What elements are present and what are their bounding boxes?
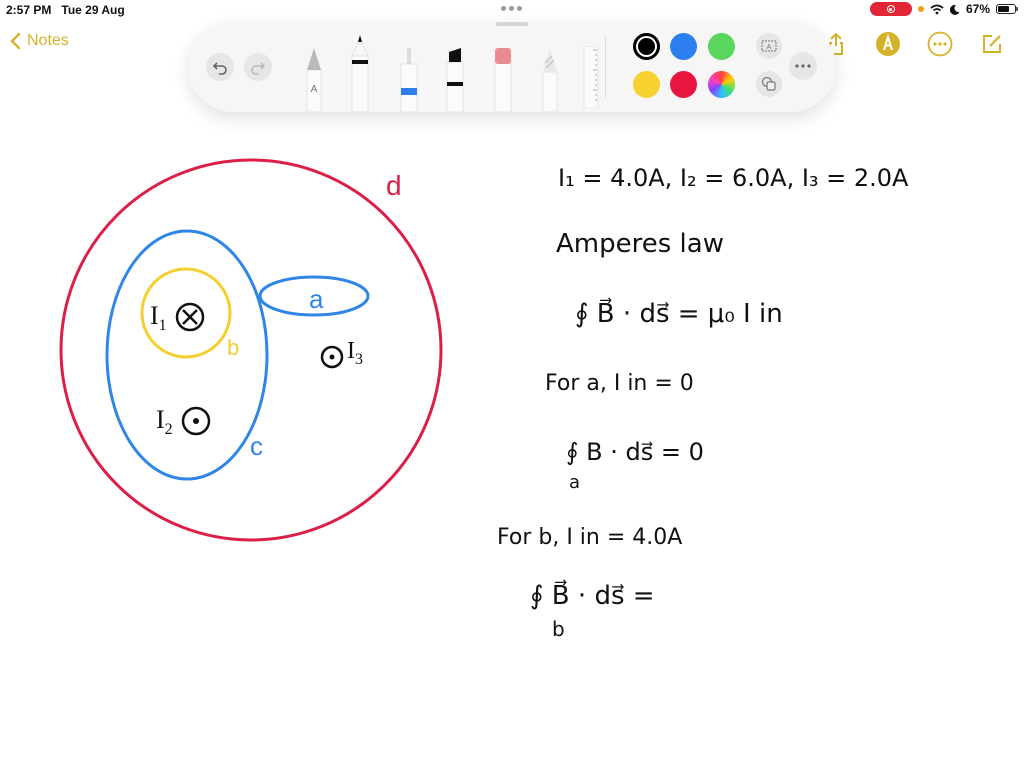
loop-d bbox=[59, 158, 443, 542]
current-i3-label: I3 bbox=[347, 338, 363, 368]
case-b-subscript: b bbox=[552, 617, 565, 641]
multitasking-dots-icon[interactable] bbox=[501, 6, 522, 11]
svg-text:A: A bbox=[767, 44, 772, 51]
status-time-date: 2:57 PM Tue 29 Aug bbox=[6, 3, 125, 17]
highlighter-tool[interactable] bbox=[444, 48, 466, 112]
battery-icon bbox=[996, 4, 1018, 14]
mic-indicator-icon bbox=[917, 6, 924, 12]
case-b-equation: ∮ B⃗ · ds⃗ = bbox=[530, 579, 655, 611]
palette-divider bbox=[605, 36, 606, 98]
more-ellipsis-icon[interactable] bbox=[926, 30, 954, 58]
palette-grabber[interactable] bbox=[496, 22, 528, 26]
more-options-icon bbox=[795, 64, 811, 68]
status-bar: 2:57 PM Tue 29 Aug 67% bbox=[0, 0, 1024, 20]
redo-icon bbox=[251, 62, 266, 75]
case-a-title: For a, I in = 0 bbox=[545, 371, 694, 396]
loop-c-label: c bbox=[250, 431, 263, 461]
back-label: Notes bbox=[27, 32, 69, 49]
undo-button[interactable] bbox=[206, 53, 234, 81]
screen-record-icon[interactable] bbox=[869, 2, 912, 16]
loop-d-label: d bbox=[386, 170, 402, 201]
color-green-swatch[interactable] bbox=[708, 33, 735, 60]
amperes-law-heading: Amperes law bbox=[556, 229, 724, 259]
current-i1: I1 bbox=[150, 301, 205, 334]
markup-pen-icon[interactable] bbox=[874, 30, 902, 58]
more-options-button[interactable] bbox=[789, 52, 817, 80]
current-i1-label: I1 bbox=[150, 301, 167, 334]
compose-icon[interactable] bbox=[978, 30, 1006, 58]
text-box-button[interactable]: A bbox=[756, 33, 782, 59]
eraser-tool[interactable] bbox=[492, 48, 514, 112]
text-box-icon: A bbox=[761, 40, 777, 52]
undo-icon bbox=[212, 62, 227, 75]
loop-b-label: b bbox=[227, 335, 239, 360]
do-not-disturb-moon-icon bbox=[949, 4, 960, 15]
case-a-subscript: a bbox=[569, 472, 580, 493]
back-to-notes-button[interactable]: Notes bbox=[10, 32, 69, 50]
shapes-button[interactable] bbox=[756, 71, 782, 97]
color-blue-swatch[interactable] bbox=[670, 33, 697, 60]
pen-tool[interactable]: A bbox=[304, 48, 324, 112]
current-i2: I2 bbox=[156, 405, 211, 438]
marker-tool[interactable] bbox=[349, 32, 371, 112]
color-red-swatch[interactable] bbox=[670, 71, 697, 98]
loop-a-label: a bbox=[309, 284, 324, 314]
pen-tool-label: A bbox=[311, 84, 318, 95]
current-i3: I3 bbox=[320, 338, 363, 369]
battery-percent: 67% bbox=[965, 2, 990, 16]
shapes-icon bbox=[761, 76, 776, 91]
redo-button[interactable] bbox=[244, 53, 272, 81]
color-picker-multicolor-swatch[interactable] bbox=[708, 71, 735, 98]
ruler-tool[interactable] bbox=[582, 46, 602, 108]
nav-actions bbox=[822, 30, 1006, 58]
color-yellow-swatch[interactable] bbox=[633, 71, 660, 98]
amperes-law-equation: ∮ B⃗ · ds⃗ = μ₀ I in bbox=[575, 297, 783, 329]
lasso-tool[interactable] bbox=[540, 50, 560, 112]
chevron-left-icon bbox=[10, 32, 21, 50]
drawing-canvas[interactable]: d c b a I1 I2 I3 I₁ = 4.0A, I₂ = 6.0A, I… bbox=[0, 0, 1024, 768]
fineliner-tool[interactable] bbox=[399, 48, 419, 112]
wifi-icon bbox=[930, 4, 944, 14]
tool-palette: A A bbox=[188, 22, 836, 112]
case-b-title: For b, I in = 4.0A bbox=[497, 525, 682, 550]
case-a-equation: ∮ B · ds⃗ = 0 bbox=[566, 438, 704, 466]
given-currents: I₁ = 4.0A, I₂ = 6.0A, I₃ = 2.0A bbox=[558, 164, 909, 192]
color-black-swatch[interactable] bbox=[633, 33, 660, 60]
current-i2-label: I2 bbox=[156, 405, 173, 438]
